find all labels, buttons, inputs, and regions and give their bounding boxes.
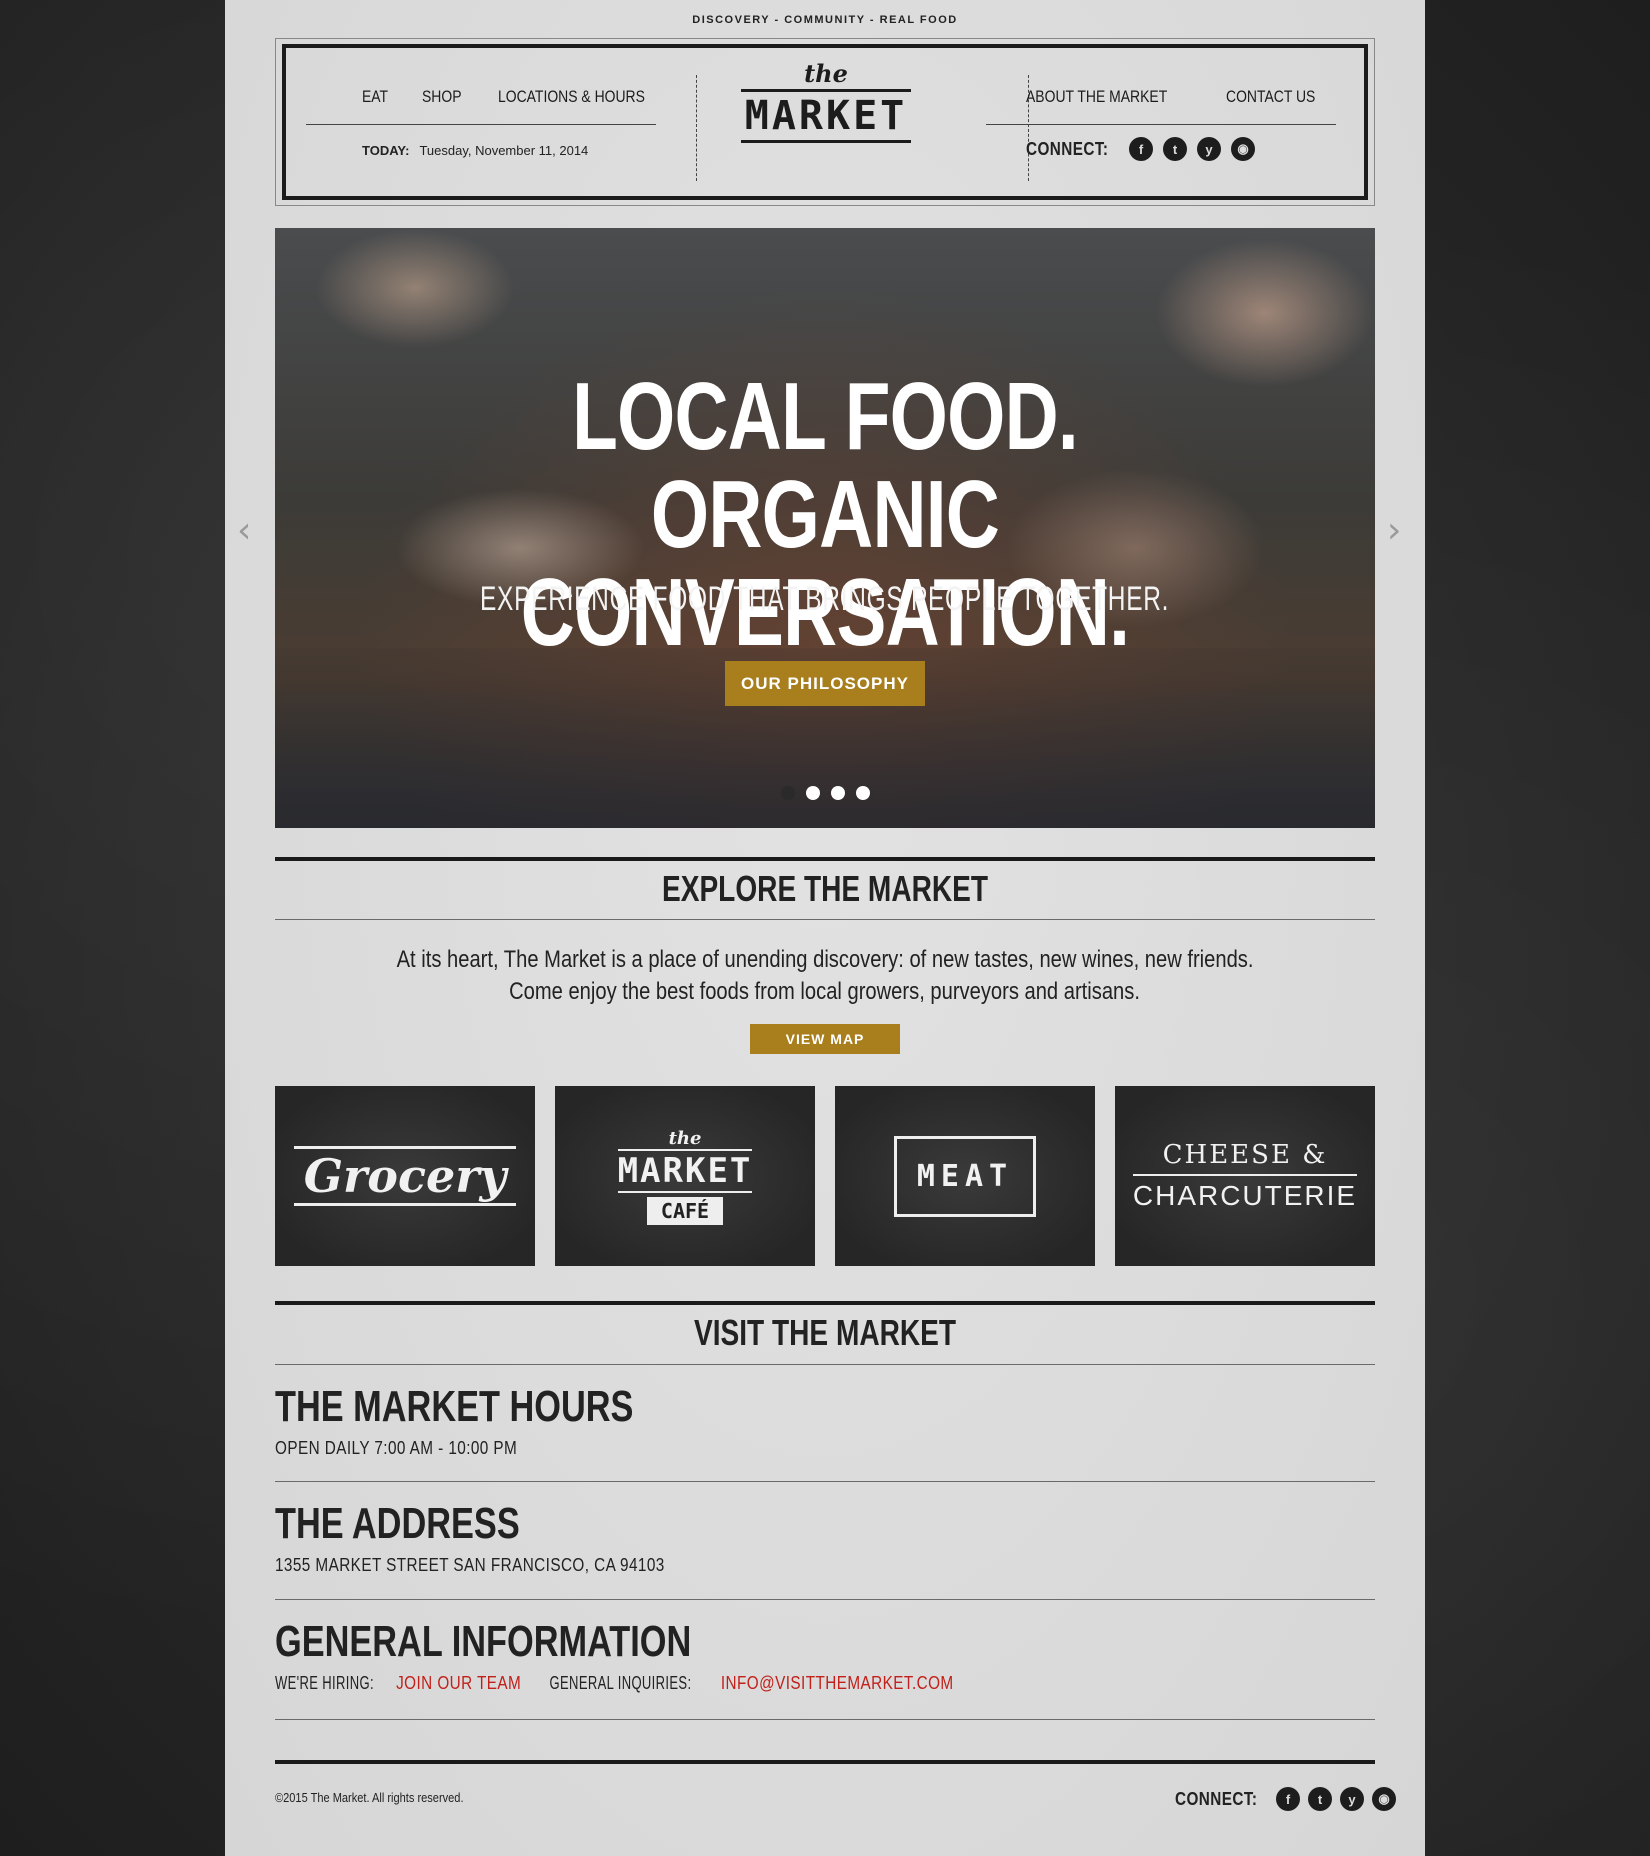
tile-meat[interactable]: MEAT <box>835 1086 1095 1266</box>
today-label: TODAY: <box>362 143 410 158</box>
connect-label: CONNECT: <box>1026 138 1109 159</box>
twitter-icon[interactable]: t <box>1308 1787 1332 1811</box>
cafe-cafe: CAFÉ <box>646 1196 724 1225</box>
nav-right: ABOUT THE MARKET CONTACT US <box>1026 87 1335 107</box>
explore-rule-top <box>275 857 1375 861</box>
tile-cheese-charcuterie[interactable]: CHEESE & CHARCUTERIE <box>1115 1086 1375 1266</box>
tile-grocery[interactable]: Grocery <box>275 1086 535 1266</box>
hero-prev-arrow-icon[interactable]: ‹ <box>237 510 251 551</box>
copyright-text: ©2015 The Market. All rights reserved. <box>275 1790 464 1805</box>
join-team-link[interactable]: JOIN OUR TEAM <box>396 1673 521 1693</box>
slider-dot-3[interactable] <box>830 786 845 800</box>
yelp-icon[interactable]: y <box>1197 137 1221 161</box>
general-title: GENERAL INFORMATION <box>275 1617 692 1666</box>
tile-market-cafe[interactable]: the MARKET CAFÉ <box>555 1086 815 1266</box>
hero-next-arrow-icon[interactable]: › <box>1387 510 1401 551</box>
nav-left: EAT SHOP LOCATIONS & HOURS <box>362 87 677 107</box>
yelp-icon[interactable]: y <box>1340 1787 1364 1811</box>
address-title: THE ADDRESS <box>275 1499 520 1548</box>
footer-connect-label: CONNECT: <box>1175 1788 1258 1809</box>
logo-rule-bottom <box>741 140 911 143</box>
logo-wordmark: MARKET <box>744 93 908 139</box>
visit-title: VISIT THE MARKET <box>275 1312 1375 1354</box>
grocery-label: Grocery <box>293 1146 517 1206</box>
hours-divider <box>275 1481 1375 1482</box>
hero-photo-detail <box>1155 238 1375 388</box>
cafe-market: MARKET <box>617 1148 753 1193</box>
logo-the: the <box>804 59 848 88</box>
header-divider-left <box>696 75 697 181</box>
general-info-line: WE'RE HIRING: JOIN OUR TEAM GENERAL INQU… <box>275 1673 954 1694</box>
meat-label: MEAT <box>893 1135 1037 1217</box>
site-logo[interactable]: the MARKET <box>736 61 916 181</box>
hero-subtitle: EXPERIENCE FOOD THAT BRINGS PEOPLE TOGET… <box>275 580 1375 619</box>
header-connect: CONNECT: f t y ◉ <box>1026 137 1255 161</box>
visit-rule-top <box>275 1301 1375 1305</box>
explore-rule-bottom <box>275 919 1375 920</box>
market-tiles: Grocery the MARKET CAFÉ MEAT CHEESE & CH… <box>275 1086 1375 1266</box>
address-divider <box>275 1599 1375 1600</box>
explore-description: At its heart, The Market is a place of u… <box>275 944 1375 1008</box>
hours-block: THE MARKET HOURS OPEN DAILY 7:00 AM - 10… <box>275 1384 1375 1459</box>
explore-title: EXPLORE THE MARKET <box>275 868 1375 910</box>
hours-title: THE MARKET HOURS <box>275 1382 634 1431</box>
address-text: 1355 MARKET STREET SAN FRANCISCO, CA 941… <box>275 1555 665 1575</box>
explore-line-2: Come enjoy the best foods from local gro… <box>509 978 1141 1005</box>
visit-title-text: VISIT THE MARKET <box>693 1312 957 1353</box>
hero-subtitle-text: EXPERIENCE FOOD THAT BRINGS PEOPLE TOGET… <box>480 580 1170 618</box>
hiring-label: WE'RE HIRING: <box>275 1673 374 1693</box>
hero-title-line1: LOCAL FOOD. ORGANIC <box>572 363 1079 568</box>
nav-eat[interactable]: EAT <box>362 87 388 107</box>
cheese-label: CHEESE & CHARCUTERIE <box>1132 1140 1358 1212</box>
general-divider <box>275 1719 1375 1720</box>
today-value: Tuesday, November 11, 2014 <box>419 143 589 158</box>
explore-title-text: EXPLORE THE MARKET <box>661 868 989 909</box>
page-paper: DISCOVERY - COMMUNITY - REAL FOOD EAT SH… <box>225 0 1425 1856</box>
logo-rule-top <box>741 89 911 92</box>
slider-dot-2[interactable] <box>805 786 820 800</box>
nav-about[interactable]: ABOUT THE MARKET <box>1026 87 1167 107</box>
footer-copyright: ©2015 The Market. All rights reserved. <box>275 1790 497 1805</box>
cafe-the: the <box>668 1127 702 1149</box>
visit-rule-bottom <box>275 1364 1375 1365</box>
nav-locations-hours[interactable]: LOCATIONS & HOURS <box>498 87 645 107</box>
address-block: THE ADDRESS 1355 MARKET STREET SAN FRANC… <box>275 1501 1375 1576</box>
email-link[interactable]: INFO@VISITTHEMARKET.COM <box>721 1673 954 1693</box>
inquiries-label: GENERAL INQUIRIES: <box>549 1673 692 1693</box>
cheese-line-2: CHARCUTERIE <box>1132 1180 1358 1211</box>
footer-connect: CONNECT: f t y ◉ <box>1175 1787 1396 1811</box>
slider-dot-4[interactable] <box>855 786 870 800</box>
instagram-icon[interactable]: ◉ <box>1372 1787 1396 1811</box>
footer-rule <box>275 1760 1375 1764</box>
hero-photo-detail <box>315 228 515 348</box>
nav-contact[interactable]: CONTACT US <box>1226 87 1315 107</box>
tagline: DISCOVERY - COMMUNITY - REAL FOOD <box>692 14 958 26</box>
philosophy-button[interactable]: OUR PHILOSOPHY <box>725 661 925 706</box>
facebook-icon[interactable]: f <box>1276 1787 1300 1811</box>
explore-line-1: At its heart, The Market is a place of u… <box>396 946 1254 973</box>
view-map-button[interactable]: VIEW MAP <box>750 1024 900 1054</box>
facebook-icon[interactable]: f <box>1129 137 1153 161</box>
header-rule-left <box>306 124 656 125</box>
cheese-line-1: CHEESE & <box>1132 1140 1358 1176</box>
header-rule-right <box>986 124 1336 125</box>
nav-shop[interactable]: SHOP <box>422 87 462 107</box>
hours-text: OPEN DAILY 7:00 AM - 10:00 PM <box>275 1438 518 1458</box>
slider-dots <box>275 786 1375 800</box>
hero-slider: LOCAL FOOD. ORGANIC CONVERSATION. EXPERI… <box>275 228 1375 828</box>
instagram-icon[interactable]: ◉ <box>1231 137 1255 161</box>
twitter-icon[interactable]: t <box>1163 137 1187 161</box>
general-info-block: GENERAL INFORMATION WE'RE HIRING: JOIN O… <box>275 1619 1375 1694</box>
slider-dot-1[interactable] <box>780 786 795 800</box>
cafe-label: the MARKET CAFÉ <box>617 1127 753 1225</box>
today-date: TODAY: Tuesday, November 11, 2014 <box>362 143 588 158</box>
site-header: EAT SHOP LOCATIONS & HOURS TODAY: Tuesda… <box>275 38 1375 206</box>
